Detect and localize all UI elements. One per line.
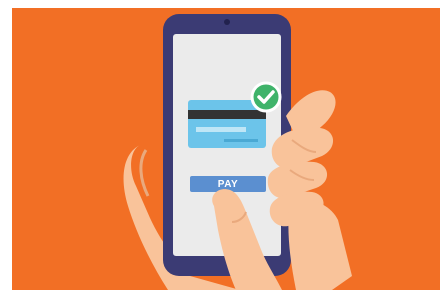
card-signature-line [196,127,246,132]
pay-button[interactable]: PAY [190,176,266,192]
phone-camera [224,19,230,25]
card-magnetic-stripe [188,110,266,119]
mobile-payment-illustration [12,8,440,290]
illustration-frame: PAY [0,0,444,292]
credit-card [188,100,266,148]
check-badge [250,81,282,113]
